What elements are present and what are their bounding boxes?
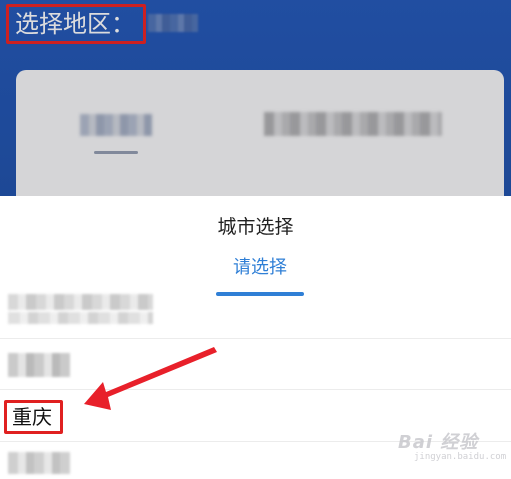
arrow-shape (84, 347, 217, 410)
watermark-subtext: jingyan.baidu.com (414, 452, 507, 462)
annotation-arrow-icon (84, 347, 217, 410)
watermark-logo: Bai 经验 jingyan.baidu.com (388, 424, 506, 468)
watermark-text: Bai 经验 (398, 432, 479, 453)
